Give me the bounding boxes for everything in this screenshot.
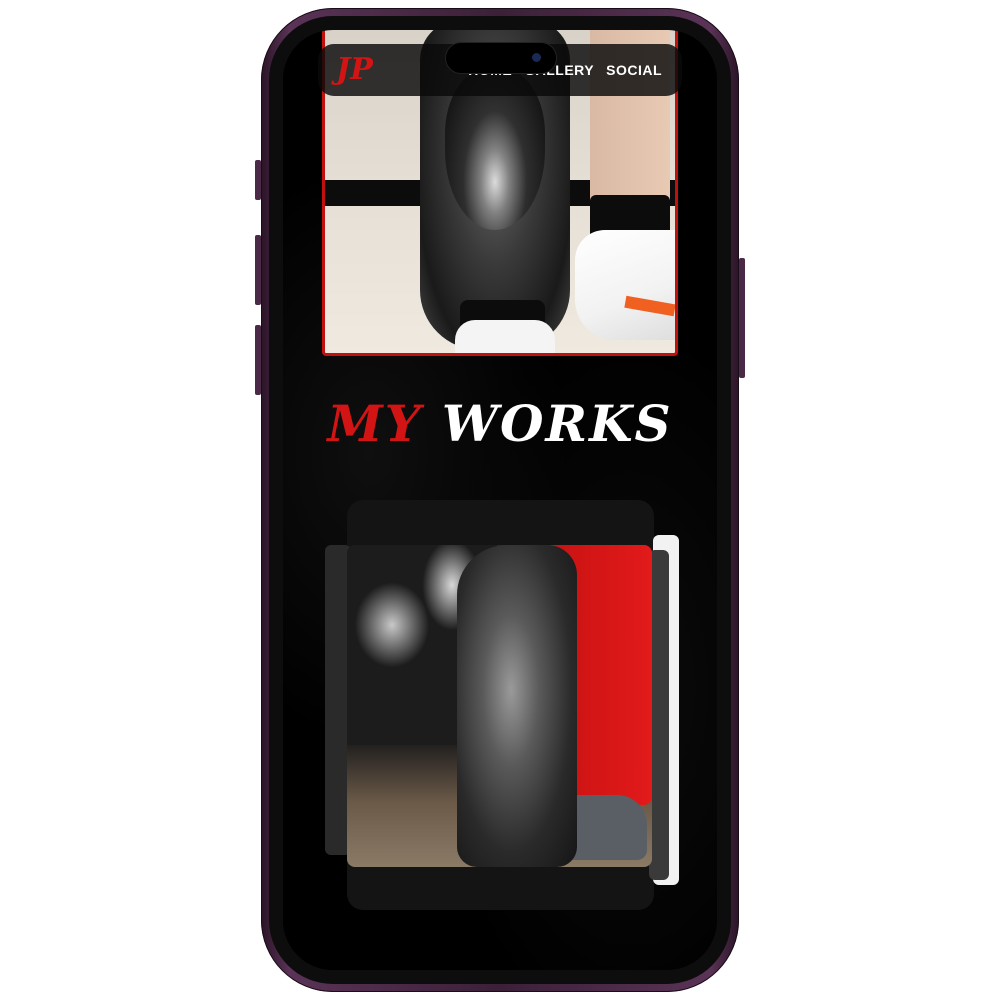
power-button (739, 258, 745, 378)
volume-up-button (255, 235, 261, 305)
site-logo[interactable]: JP (336, 52, 373, 88)
gallery-tattoo-image[interactable] (347, 545, 652, 867)
nav-social-link[interactable]: SOCIAL (606, 62, 662, 78)
section-heading: MY WORKS (283, 394, 717, 453)
mute-switch (255, 160, 261, 200)
heading-works: WORKS (441, 394, 673, 453)
photo-right-shoe (575, 230, 675, 340)
photo-left-shoe (455, 320, 555, 353)
front-camera-icon (532, 53, 541, 62)
dynamic-island (445, 42, 557, 74)
stacked-card-mid[interactable] (649, 550, 669, 880)
photo-tattooed-calf (457, 545, 577, 867)
heading-my: MY (327, 394, 423, 453)
volume-down-button (255, 325, 261, 395)
phone-screen: JP HOME GALLERY SOCIAL MY WORKS (283, 30, 717, 970)
